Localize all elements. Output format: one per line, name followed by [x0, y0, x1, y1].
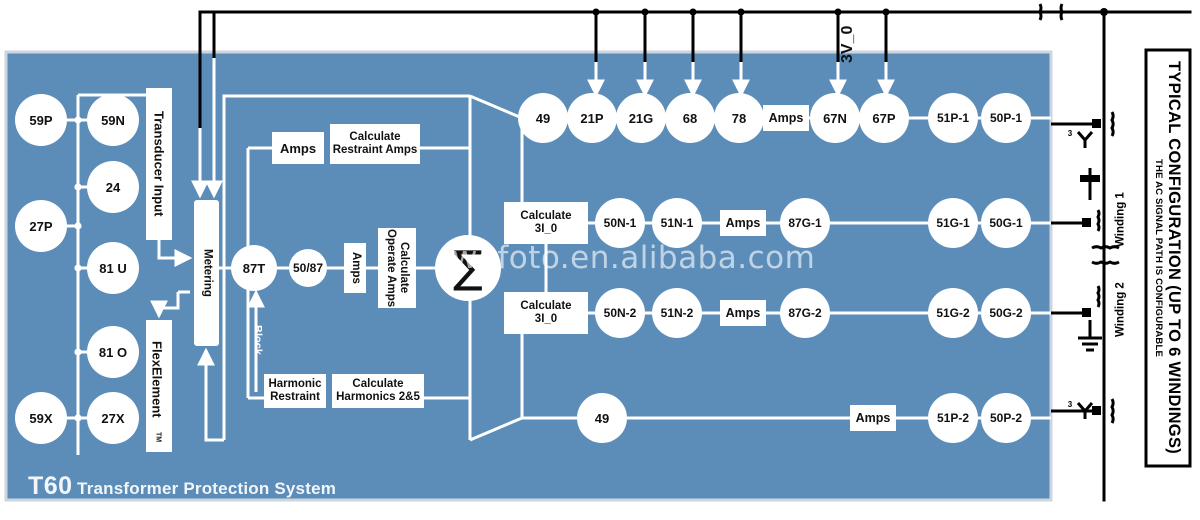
- node-winding-1-phase-50p-1: [981, 93, 1031, 143]
- node-winding-2-ground-50g-2: [981, 288, 1031, 338]
- node-winding-2-phase-51p-2: [928, 393, 978, 443]
- node-winding-1-ground-50n-1: [595, 198, 645, 248]
- box-operate-amps: [344, 243, 366, 293]
- box-winding-2-phase-amps: [850, 405, 896, 431]
- node-winding-1-phase-21p: [567, 93, 617, 143]
- node-winding-2-ground-87g-2: [780, 288, 830, 338]
- right-panel-subtitle: THE AC SIGNAL PATH IS CONFIGURABLE: [1153, 158, 1164, 358]
- box-restraint-amps: [272, 132, 324, 164]
- node-winding-1-ground-50g-1: [981, 198, 1031, 248]
- box-winding-1-phase-amps: [763, 105, 809, 131]
- node-59x: [15, 392, 67, 444]
- box-harmonic-restraint: [264, 374, 326, 408]
- right-panel-text: TYPICAL CONFIGURATION (UP TO 6 WINDINGS)…: [1148, 52, 1188, 464]
- box-calc-restraint: [330, 124, 420, 164]
- diagram-canvas: [4, 3, 1192, 502]
- box-calc-operate: [378, 228, 416, 308]
- node-winding-2-ground-51n-2: [652, 288, 702, 338]
- flexelement-box: [146, 320, 172, 452]
- node-winding-1-phase-67n: [810, 93, 860, 143]
- transducer-input-box: [146, 88, 172, 240]
- node-27p: [15, 200, 67, 252]
- node-27x: [87, 392, 139, 444]
- node-winding-2-phase-50p-2: [981, 393, 1031, 443]
- box-winding-1-ground-amps: [720, 210, 766, 236]
- node-24: [87, 161, 139, 213]
- node-winding-1-phase-68: [665, 93, 715, 143]
- diagram-root: 59P 27P 59X 59N 24 81 U 81 O 27X 87T 50/87 Amps Cal…: [0, 0, 1200, 520]
- node-winding-1-ground-51n-1: [652, 198, 702, 248]
- node-winding-1-phase-78: [714, 93, 764, 143]
- metering-box: [194, 200, 219, 346]
- node-87t: [231, 245, 277, 291]
- node-winding-1-ground-87g-1: [780, 198, 830, 248]
- box-calc-harmonics: [332, 374, 424, 408]
- product-model: T60: [28, 472, 73, 500]
- node-winding-1-ground-51g-1: [928, 198, 978, 248]
- node-winding-1-phase-21g: [616, 93, 666, 143]
- node-winding-2-phase-49: [577, 393, 627, 443]
- node-winding-2-ground-51g-2: [928, 288, 978, 338]
- node-winding-2-ground-50n-2: [595, 288, 645, 338]
- node-59n: [87, 94, 139, 146]
- product-branding: T60 Transformer Protection System: [28, 472, 336, 501]
- box-winding-2-ground-amps: [720, 300, 766, 326]
- node-81u: [87, 242, 139, 294]
- node-summation: [435, 235, 501, 301]
- right-panel-title: TYPICAL CONFIGURATION (UP TO 6 WINDINGS): [1165, 61, 1183, 455]
- node-winding-1-phase-49: [518, 93, 568, 143]
- node-5087: [289, 249, 327, 287]
- node-81o: [87, 326, 139, 378]
- node-winding-1-phase-67p: [859, 93, 909, 143]
- node-59p: [15, 94, 67, 146]
- node-winding-1-phase-51p-1: [928, 93, 978, 143]
- single-line-diagram: [1051, 111, 1120, 424]
- box-winding-1-ground-calculate-3i-0: [504, 202, 588, 244]
- product-name: Transformer Protection System: [77, 479, 337, 498]
- box-winding-2-ground-calculate-3i-0: [504, 292, 588, 334]
